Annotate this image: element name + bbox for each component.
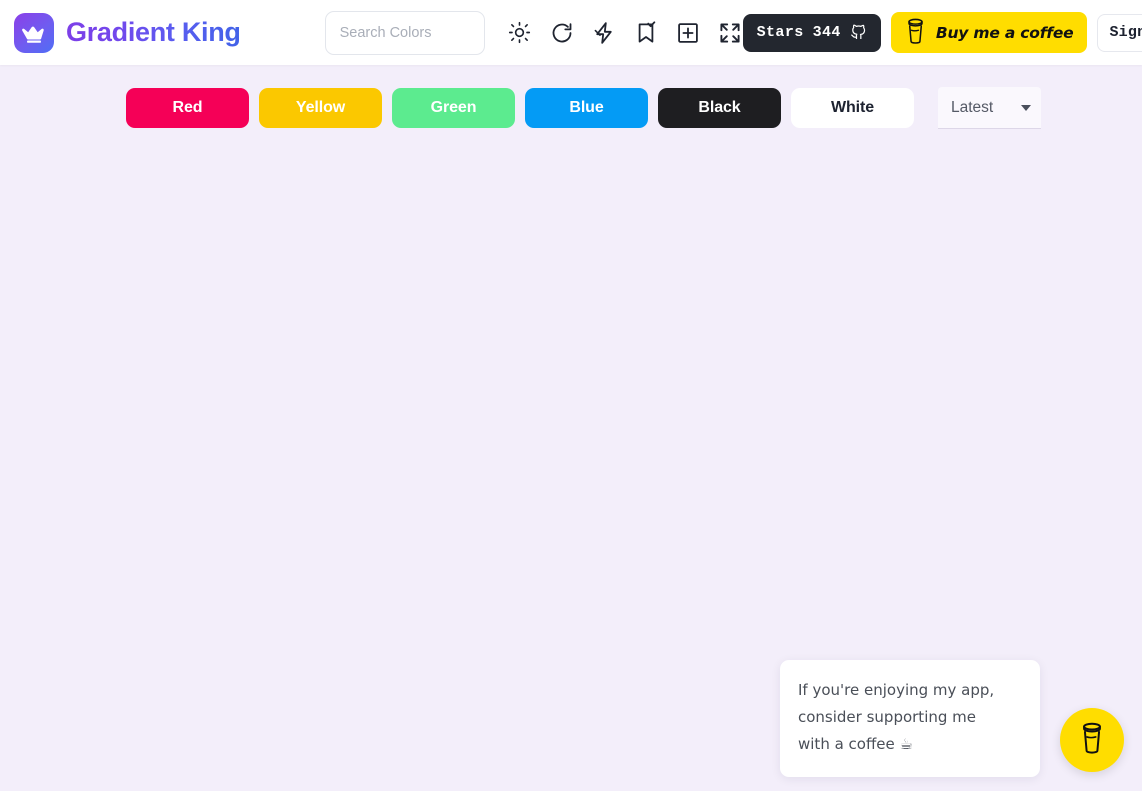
plus-square-icon[interactable] xyxy=(675,20,701,46)
stars-count: 344 xyxy=(812,24,841,41)
support-tooltip: If you're enjoying my app, consider supp… xyxy=(780,660,1040,777)
filter-chip-yellow[interactable]: Yellow xyxy=(259,88,382,128)
github-stars-button[interactable]: Stars 344 xyxy=(742,13,881,52)
filter-chip-blue[interactable]: Blue xyxy=(525,88,648,128)
expand-icon[interactable] xyxy=(717,20,743,46)
sun-icon[interactable] xyxy=(507,20,533,46)
sort-dropdown[interactable]: Latest xyxy=(938,87,1041,129)
coffee-cup-icon xyxy=(903,18,928,48)
header-icon-row xyxy=(507,20,743,46)
sign-in-label: Sign In xyxy=(1109,24,1142,41)
stars-label: Stars xyxy=(756,24,804,41)
lightning-icon[interactable] xyxy=(591,20,617,46)
coffee-label: Buy me a coffee xyxy=(935,23,1074,42)
app-header: Gradient King Search Colors Stars 344 Bu… xyxy=(0,0,1142,65)
bookmark-check-icon[interactable] xyxy=(633,20,659,46)
chevron-down-icon xyxy=(1021,104,1031,111)
search-container xyxy=(324,10,485,55)
gradient-grid xyxy=(0,129,1142,649)
tooltip-line-3: with a coffee ☕ xyxy=(798,735,913,753)
buy-me-a-coffee-button[interactable]: Buy me a coffee xyxy=(890,12,1088,53)
filter-chip-black[interactable]: Black xyxy=(658,88,781,128)
filter-chip-green[interactable]: Green xyxy=(392,88,515,128)
github-icon xyxy=(850,22,867,44)
refresh-icon[interactable] xyxy=(549,20,575,46)
crown-icon xyxy=(14,12,54,53)
tooltip-line-1: If you're enjoying my app, xyxy=(798,681,995,699)
brand[interactable]: Gradient King xyxy=(14,12,241,53)
sort-selected-value: Latest xyxy=(951,98,994,116)
coffee-fab-button[interactable] xyxy=(1060,708,1124,772)
header-actions: Stars 344 Buy me a coffee Sign In xyxy=(742,12,1142,53)
color-filter-bar: Red Yellow Green Blue Black White Latest xyxy=(0,65,1142,129)
tooltip-line-2: consider supporting me xyxy=(798,708,976,726)
search-input[interactable] xyxy=(324,10,485,55)
filter-chip-white[interactable]: White xyxy=(791,88,914,128)
filter-chip-red[interactable]: Red xyxy=(126,88,249,128)
sign-in-button[interactable]: Sign In xyxy=(1097,13,1142,52)
page-title: Gradient King xyxy=(66,17,241,47)
coffee-cup-icon xyxy=(1077,722,1107,758)
